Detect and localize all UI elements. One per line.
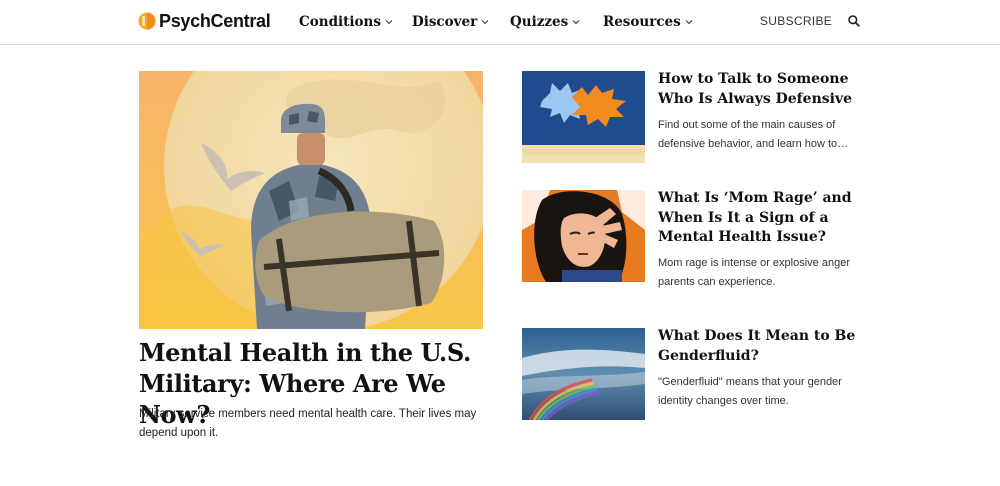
nav-quizzes[interactable]: Quizzes: [510, 12, 580, 32]
article-description: Find out some of the main causes of defe…: [658, 119, 849, 150]
featured-description: Military service members need mental hea…: [139, 408, 477, 439]
nav-label: Resources: [603, 14, 681, 30]
speech-bubbles-illustration: [522, 71, 645, 163]
article-description: Mom rage is intense or explosive anger p…: [658, 257, 850, 288]
chevron-down-icon: [572, 20, 580, 25]
logo-icon: [138, 12, 156, 30]
chevron-down-icon: [385, 20, 393, 25]
article-image-defensive[interactable]: [522, 71, 645, 163]
chevron-down-icon: [685, 20, 693, 25]
article-image-mom-rage[interactable]: [522, 190, 645, 282]
rainbow-sky-image: [522, 328, 645, 420]
featured-image[interactable]: [139, 71, 483, 329]
nav-resources[interactable]: Resources: [603, 12, 693, 32]
site-logo[interactable]: PsychCentral: [138, 9, 271, 33]
nav-label: Discover: [412, 14, 478, 30]
chevron-down-icon: [481, 20, 489, 25]
stressed-woman-illustration: [522, 190, 645, 282]
article-title[interactable]: What Is ‘Mom Rage’ and When Is It a Sign…: [658, 189, 873, 248]
article-title[interactable]: How to Talk to Someone Who Is Always Def…: [658, 70, 873, 109]
subscribe-link[interactable]: SUBSCRIBE: [760, 14, 832, 28]
search-icon[interactable]: [847, 14, 861, 28]
nav-label: Quizzes: [510, 14, 569, 30]
article-image-genderfluid[interactable]: [522, 328, 645, 420]
site-header: PsychCentral Conditions Discover Quizzes…: [0, 0, 1000, 45]
article-title[interactable]: What Does It Mean to Be Genderfluid?: [658, 327, 873, 366]
nav-conditions[interactable]: Conditions: [299, 12, 393, 32]
logo-text: PsychCentral: [159, 10, 271, 31]
nav-label: Conditions: [299, 14, 381, 30]
soldier-illustration: [139, 71, 483, 329]
article-description: "Genderfluid" means that your gender ide…: [658, 376, 842, 407]
nav-discover[interactable]: Discover: [412, 12, 489, 32]
